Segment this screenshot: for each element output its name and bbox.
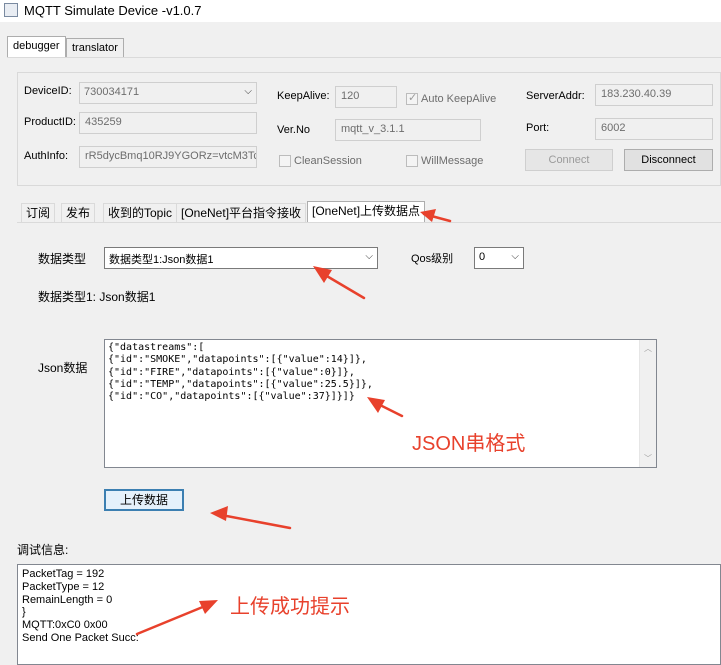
annotation-json-format: JSON串格式 xyxy=(412,433,526,455)
annotation-arrow-button xyxy=(214,512,292,530)
annotation-arrow-log xyxy=(135,602,212,636)
annotation-arrows xyxy=(135,209,452,636)
annotation-upload-success: 上传成功提示 xyxy=(230,596,350,618)
